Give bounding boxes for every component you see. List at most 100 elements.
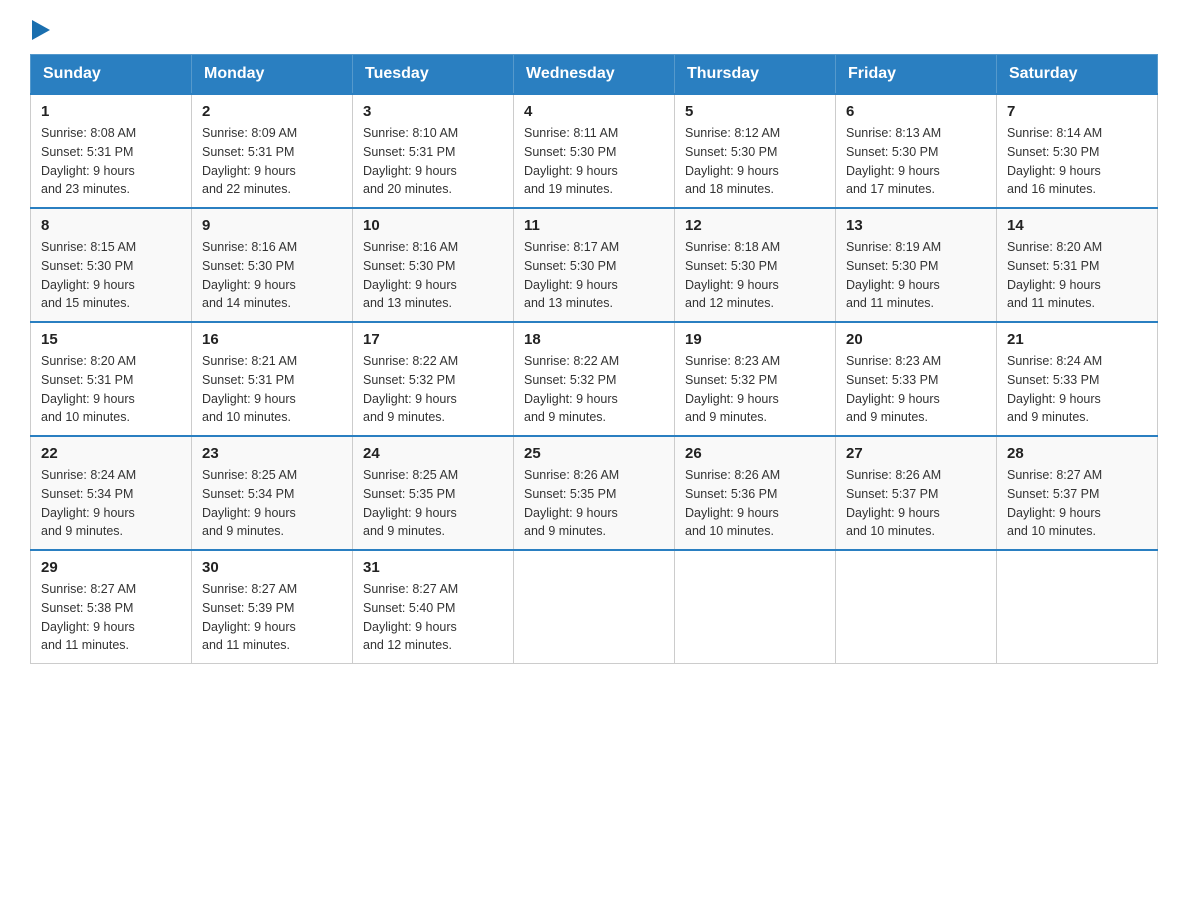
day-info: Sunrise: 8:26 AMSunset: 5:37 PMDaylight:…	[846, 466, 986, 541]
day-info: Sunrise: 8:08 AMSunset: 5:31 PMDaylight:…	[41, 124, 181, 199]
day-number: 15	[41, 331, 181, 348]
day-info: Sunrise: 8:21 AMSunset: 5:31 PMDaylight:…	[202, 352, 342, 427]
day-info: Sunrise: 8:26 AMSunset: 5:35 PMDaylight:…	[524, 466, 664, 541]
day-info: Sunrise: 8:14 AMSunset: 5:30 PMDaylight:…	[1007, 124, 1147, 199]
table-cell: 17Sunrise: 8:22 AMSunset: 5:32 PMDayligh…	[353, 322, 514, 436]
header-friday: Friday	[836, 55, 997, 95]
table-cell: 5 Sunrise: 8:12 AMSunset: 5:30 PMDaylight…	[675, 94, 836, 208]
day-number: 8	[41, 217, 181, 234]
day-info: Sunrise: 8:18 AMSunset: 5:30 PMDaylight:…	[685, 238, 825, 313]
day-info: Sunrise: 8:20 AMSunset: 5:31 PMDaylight:…	[41, 352, 181, 427]
day-number: 2	[202, 103, 342, 120]
table-cell: 2 Sunrise: 8:09 AMSunset: 5:31 PMDaylight…	[192, 94, 353, 208]
table-cell: 13 Sunrise: 8:19 AMSunset: 5:30 PMDayligh…	[836, 208, 997, 322]
weekday-header-row: Sunday Monday Tuesday Wednesday Thursday…	[31, 55, 1158, 95]
table-cell: 26Sunrise: 8:26 AMSunset: 5:36 PMDayligh…	[675, 436, 836, 550]
day-number: 12	[685, 217, 825, 234]
week-row-3: 15 Sunrise: 8:20 AMSunset: 5:31 PMDayligh…	[31, 322, 1158, 436]
day-number: 24	[363, 445, 503, 462]
day-info: Sunrise: 8:27 AMSunset: 5:40 PMDaylight:…	[363, 580, 503, 655]
day-number: 14	[1007, 217, 1147, 234]
day-info: Sunrise: 8:20 AMSunset: 5:31 PMDaylight:…	[1007, 238, 1147, 313]
table-cell: 8 Sunrise: 8:15 AMSunset: 5:30 PMDaylight…	[31, 208, 192, 322]
day-info: Sunrise: 8:23 AMSunset: 5:32 PMDaylight:…	[685, 352, 825, 427]
table-cell: 19 Sunrise: 8:23 AMSunset: 5:32 PMDayligh…	[675, 322, 836, 436]
header-monday: Monday	[192, 55, 353, 95]
table-cell: 27 Sunrise: 8:26 AMSunset: 5:37 PMDayligh…	[836, 436, 997, 550]
day-number: 25	[524, 445, 664, 462]
day-number: 19	[685, 331, 825, 348]
day-number: 31	[363, 559, 503, 576]
day-number: 21	[1007, 331, 1147, 348]
day-info: Sunrise: 8:11 AMSunset: 5:30 PMDaylight:…	[524, 124, 664, 199]
day-number: 6	[846, 103, 986, 120]
day-info: Sunrise: 8:12 AMSunset: 5:30 PMDaylight:…	[685, 124, 825, 199]
week-row-5: 29 Sunrise: 8:27 AMSunset: 5:38 PMDayligh…	[31, 550, 1158, 664]
day-number: 27	[846, 445, 986, 462]
table-cell: 24 Sunrise: 8:25 AMSunset: 5:35 PMDayligh…	[353, 436, 514, 550]
day-number: 9	[202, 217, 342, 234]
page-header	[30, 20, 1158, 36]
table-cell: 3 Sunrise: 8:10 AMSunset: 5:31 PMDaylight…	[353, 94, 514, 208]
table-cell: 29 Sunrise: 8:27 AMSunset: 5:38 PMDayligh…	[31, 550, 192, 664]
day-number: 10	[363, 217, 503, 234]
day-info: Sunrise: 8:25 AMSunset: 5:35 PMDaylight:…	[363, 466, 503, 541]
table-cell: 10 Sunrise: 8:16 AMSunset: 5:30 PMDayligh…	[353, 208, 514, 322]
day-info: Sunrise: 8:27 AMSunset: 5:38 PMDaylight:…	[41, 580, 181, 655]
header-saturday: Saturday	[997, 55, 1158, 95]
table-cell: 14 Sunrise: 8:20 AMSunset: 5:31 PMDayligh…	[997, 208, 1158, 322]
day-info: Sunrise: 8:17 AMSunset: 5:30 PMDaylight:…	[524, 238, 664, 313]
table-cell: 18Sunrise: 8:22 AMSunset: 5:32 PMDayligh…	[514, 322, 675, 436]
day-info: Sunrise: 8:27 AMSunset: 5:37 PMDaylight:…	[1007, 466, 1147, 541]
table-cell	[514, 550, 675, 664]
day-number: 7	[1007, 103, 1147, 120]
day-info: Sunrise: 8:09 AMSunset: 5:31 PMDaylight:…	[202, 124, 342, 199]
day-number: 3	[363, 103, 503, 120]
day-info: Sunrise: 8:22 AMSunset: 5:32 PMDaylight:…	[524, 352, 664, 427]
header-wednesday: Wednesday	[514, 55, 675, 95]
header-tuesday: Tuesday	[353, 55, 514, 95]
table-cell: 16 Sunrise: 8:21 AMSunset: 5:31 PMDayligh…	[192, 322, 353, 436]
day-info: Sunrise: 8:10 AMSunset: 5:31 PMDaylight:…	[363, 124, 503, 199]
table-cell: 28 Sunrise: 8:27 AMSunset: 5:37 PMDayligh…	[997, 436, 1158, 550]
day-info: Sunrise: 8:23 AMSunset: 5:33 PMDaylight:…	[846, 352, 986, 427]
table-cell: 1Sunrise: 8:08 AMSunset: 5:31 PMDaylight…	[31, 94, 192, 208]
table-cell: 11 Sunrise: 8:17 AMSunset: 5:30 PMDayligh…	[514, 208, 675, 322]
day-info: Sunrise: 8:13 AMSunset: 5:30 PMDaylight:…	[846, 124, 986, 199]
week-row-2: 8 Sunrise: 8:15 AMSunset: 5:30 PMDaylight…	[31, 208, 1158, 322]
logo-arrow-icon	[32, 20, 50, 40]
table-cell: 25 Sunrise: 8:26 AMSunset: 5:35 PMDayligh…	[514, 436, 675, 550]
table-cell: 4 Sunrise: 8:11 AMSunset: 5:30 PMDaylight…	[514, 94, 675, 208]
day-info: Sunrise: 8:19 AMSunset: 5:30 PMDaylight:…	[846, 238, 986, 313]
day-info: Sunrise: 8:26 AMSunset: 5:36 PMDaylight:…	[685, 466, 825, 541]
day-info: Sunrise: 8:24 AMSunset: 5:34 PMDaylight:…	[41, 466, 181, 541]
week-row-1: 1Sunrise: 8:08 AMSunset: 5:31 PMDaylight…	[31, 94, 1158, 208]
table-cell: 22 Sunrise: 8:24 AMSunset: 5:34 PMDayligh…	[31, 436, 192, 550]
week-row-4: 22 Sunrise: 8:24 AMSunset: 5:34 PMDayligh…	[31, 436, 1158, 550]
day-number: 16	[202, 331, 342, 348]
day-number: 29	[41, 559, 181, 576]
day-info: Sunrise: 8:16 AMSunset: 5:30 PMDaylight:…	[202, 238, 342, 313]
day-info: Sunrise: 8:15 AMSunset: 5:30 PMDaylight:…	[41, 238, 181, 313]
day-number: 22	[41, 445, 181, 462]
table-cell: 20 Sunrise: 8:23 AMSunset: 5:33 PMDayligh…	[836, 322, 997, 436]
day-number: 5	[685, 103, 825, 120]
day-number: 20	[846, 331, 986, 348]
day-number: 13	[846, 217, 986, 234]
day-number: 4	[524, 103, 664, 120]
table-cell: 30 Sunrise: 8:27 AMSunset: 5:39 PMDayligh…	[192, 550, 353, 664]
day-number: 23	[202, 445, 342, 462]
logo	[30, 20, 50, 36]
day-number: 28	[1007, 445, 1147, 462]
table-cell	[997, 550, 1158, 664]
table-cell: 23Sunrise: 8:25 AMSunset: 5:34 PMDayligh…	[192, 436, 353, 550]
header-sunday: Sunday	[31, 55, 192, 95]
day-number: 30	[202, 559, 342, 576]
table-cell: 6 Sunrise: 8:13 AMSunset: 5:30 PMDaylight…	[836, 94, 997, 208]
table-cell: 21 Sunrise: 8:24 AMSunset: 5:33 PMDayligh…	[997, 322, 1158, 436]
day-number: 11	[524, 217, 664, 234]
day-info: Sunrise: 8:16 AMSunset: 5:30 PMDaylight:…	[363, 238, 503, 313]
day-info: Sunrise: 8:27 AMSunset: 5:39 PMDaylight:…	[202, 580, 342, 655]
day-info: Sunrise: 8:24 AMSunset: 5:33 PMDaylight:…	[1007, 352, 1147, 427]
calendar-table: Sunday Monday Tuesday Wednesday Thursday…	[30, 54, 1158, 664]
